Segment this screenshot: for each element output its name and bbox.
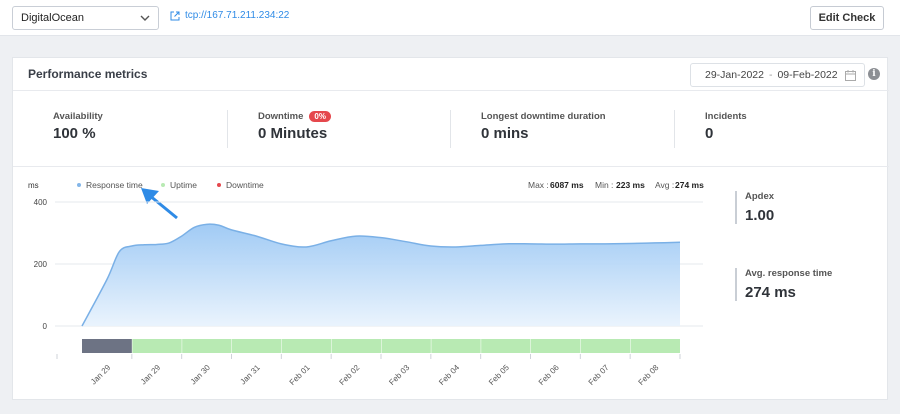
max-label: Max : [528, 180, 549, 190]
chart-legend: Response time Uptime Downtime [77, 180, 264, 190]
legend-response-time: Response time [86, 180, 143, 190]
tcp-link-text: tcp://167.71.211.234:22 [185, 10, 290, 21]
uptime-block [580, 339, 631, 353]
top-bar: DigitalOcean tcp://167.71.211.234:22 Edi… [0, 0, 900, 36]
x-tick-label: Feb 04 [437, 363, 461, 387]
chart-summary: Max : 6087 ms Min : 223 ms Avg : 274 ms [528, 180, 704, 190]
avg-response-label: Avg. response time [745, 268, 833, 279]
legend-downtime: Downtime [226, 180, 264, 190]
min-label: Min : [595, 180, 613, 190]
performance-panel: Performance metrics 29-Jan-2022 - 09-Feb… [12, 57, 889, 400]
x-tick-label: Jan 29 [139, 363, 163, 387]
uptime-block [381, 339, 431, 353]
uptime-block [331, 339, 381, 353]
x-tick-label: Feb 05 [487, 363, 511, 387]
uptime-block [182, 339, 232, 353]
legend-uptime: Uptime [170, 180, 197, 190]
x-tick-label: Feb 02 [338, 363, 362, 387]
uptime-block [431, 339, 481, 353]
legend-dot-uptime [161, 183, 165, 187]
avg-response-value: 274 ms [745, 284, 796, 301]
apdex-value: 1.00 [745, 207, 775, 224]
uptime-block [281, 339, 332, 353]
y-tick-label: 400 [34, 198, 48, 207]
edit-check-button[interactable]: Edit Check [810, 6, 884, 30]
legend-dot-downtime [217, 183, 221, 187]
y-tick-label: 200 [34, 260, 48, 269]
x-tick-label: Feb 08 [637, 363, 661, 387]
uptime-block [232, 339, 282, 353]
y-axis-label: ms [28, 181, 39, 190]
stat-apdex: Apdex 1.00 [735, 191, 774, 224]
response-time-area [82, 224, 680, 326]
x-tick-label: Feb 01 [288, 363, 312, 387]
avg-value: 274 ms [675, 180, 704, 190]
avg-label: Avg : [655, 180, 674, 190]
provider-select-value: DigitalOcean [21, 12, 84, 24]
y-tick-label: 0 [43, 322, 48, 331]
legend-dot-response [77, 183, 81, 187]
uptime-block [132, 339, 182, 353]
response-time-chart: ms Response time Uptime Downtime Max : 6… [28, 180, 704, 387]
provider-select[interactable]: DigitalOcean [12, 6, 159, 30]
x-tick-label: Jan 31 [238, 363, 262, 387]
uptime-block [630, 339, 680, 353]
min-value: 223 ms [616, 180, 645, 190]
apdex-label: Apdex [745, 191, 775, 202]
chevron-down-icon [140, 15, 150, 21]
x-tick-label: Jan 29 [89, 363, 113, 387]
uptime-block [481, 339, 531, 353]
uptime-block [531, 339, 581, 353]
max-value: 6087 ms [550, 180, 584, 190]
stat-avg-response: Avg. response time 274 ms [735, 268, 832, 301]
x-tick-label: Feb 06 [537, 363, 561, 387]
external-link-icon [170, 11, 180, 20]
tcp-link[interactable]: tcp://167.71.211.234:22 [170, 10, 289, 21]
x-tick-label: Jan 30 [189, 363, 213, 387]
uptime-block [82, 339, 132, 353]
x-tick-label: Feb 03 [387, 363, 411, 387]
x-tick-label: Feb 07 [587, 363, 611, 387]
